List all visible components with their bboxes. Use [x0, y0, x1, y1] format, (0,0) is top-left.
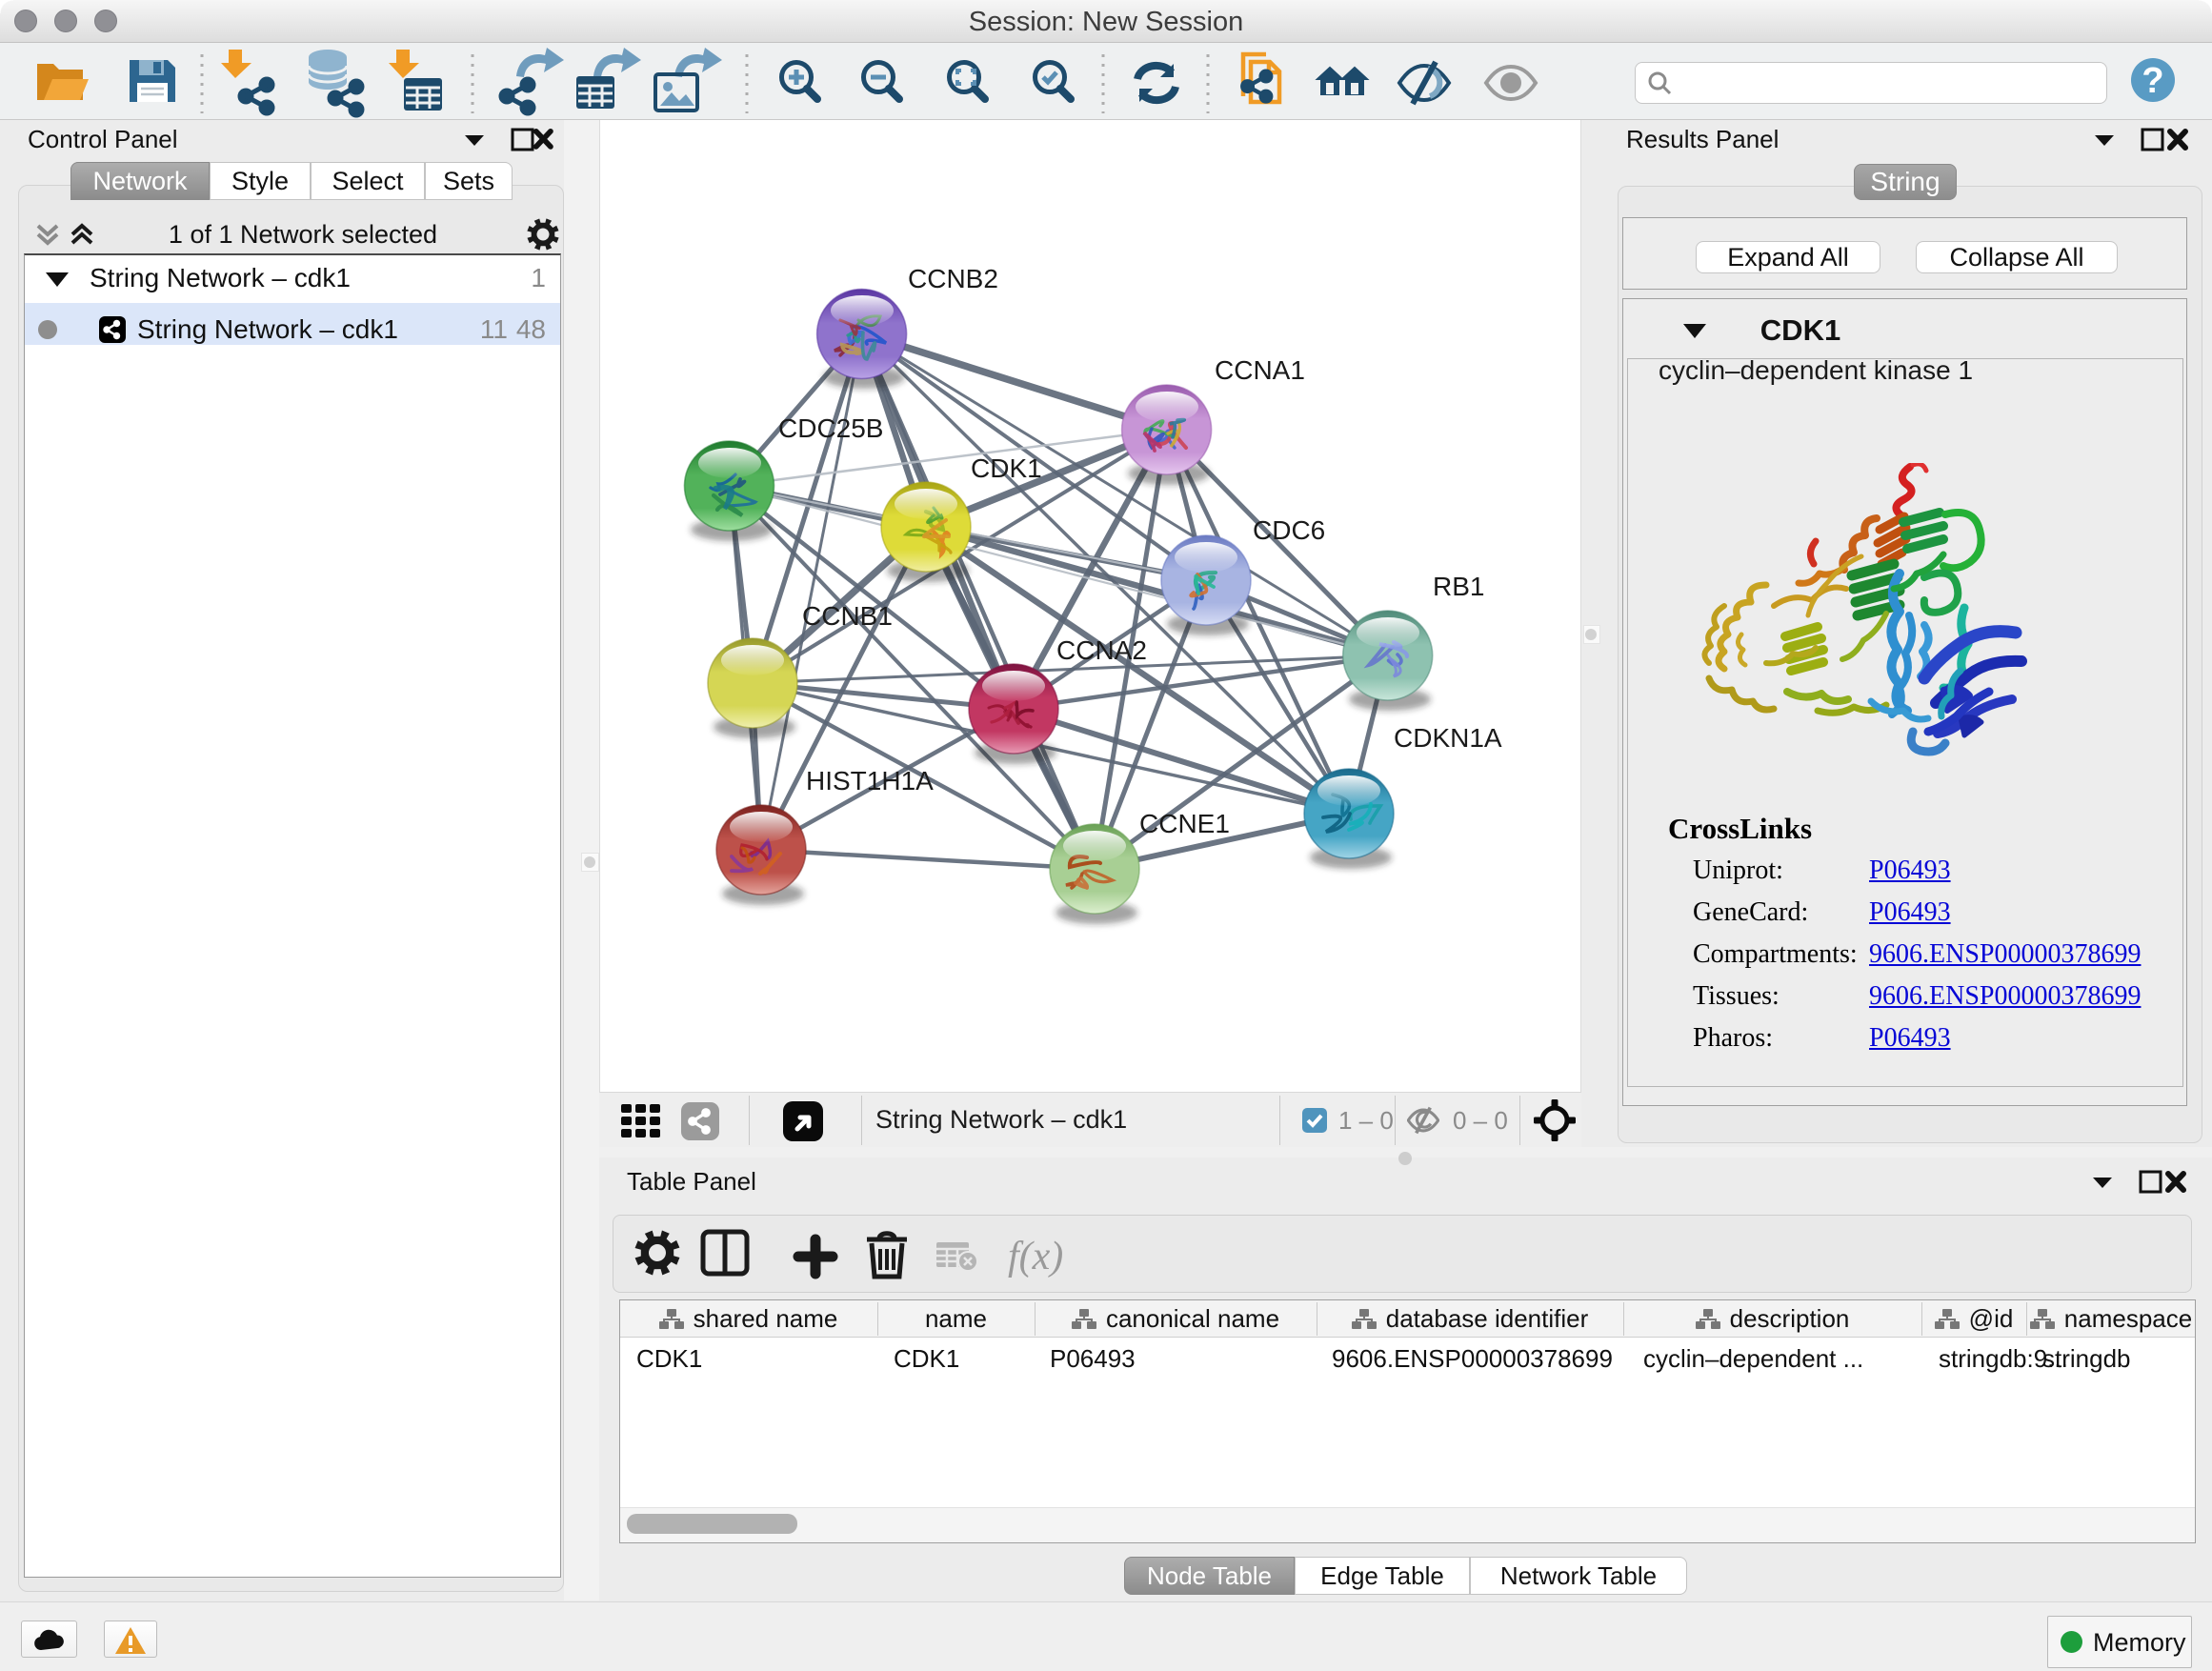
svg-text:CCNA1: CCNA1 — [1215, 355, 1305, 385]
svg-text:CDKN1A: CDKN1A — [1394, 723, 1502, 753]
svg-text:CCNB2: CCNB2 — [908, 264, 998, 293]
svg-text:CDK1: CDK1 — [971, 453, 1042, 483]
svg-text:f(x): f(x) — [1008, 1235, 1063, 1278]
svg-text:RB1: RB1 — [1433, 572, 1484, 601]
svg-text:CCNA2: CCNA2 — [1056, 635, 1147, 665]
svg-text:HIST1H1A: HIST1H1A — [806, 766, 934, 795]
svg-text:CCNE1: CCNE1 — [1139, 809, 1230, 838]
svg-text:CDC25B: CDC25B — [778, 413, 883, 443]
svg-text:CCNB1: CCNB1 — [802, 601, 893, 631]
svg-text:CDC6: CDC6 — [1253, 515, 1325, 545]
svg-text:?: ? — [2142, 61, 2163, 101]
